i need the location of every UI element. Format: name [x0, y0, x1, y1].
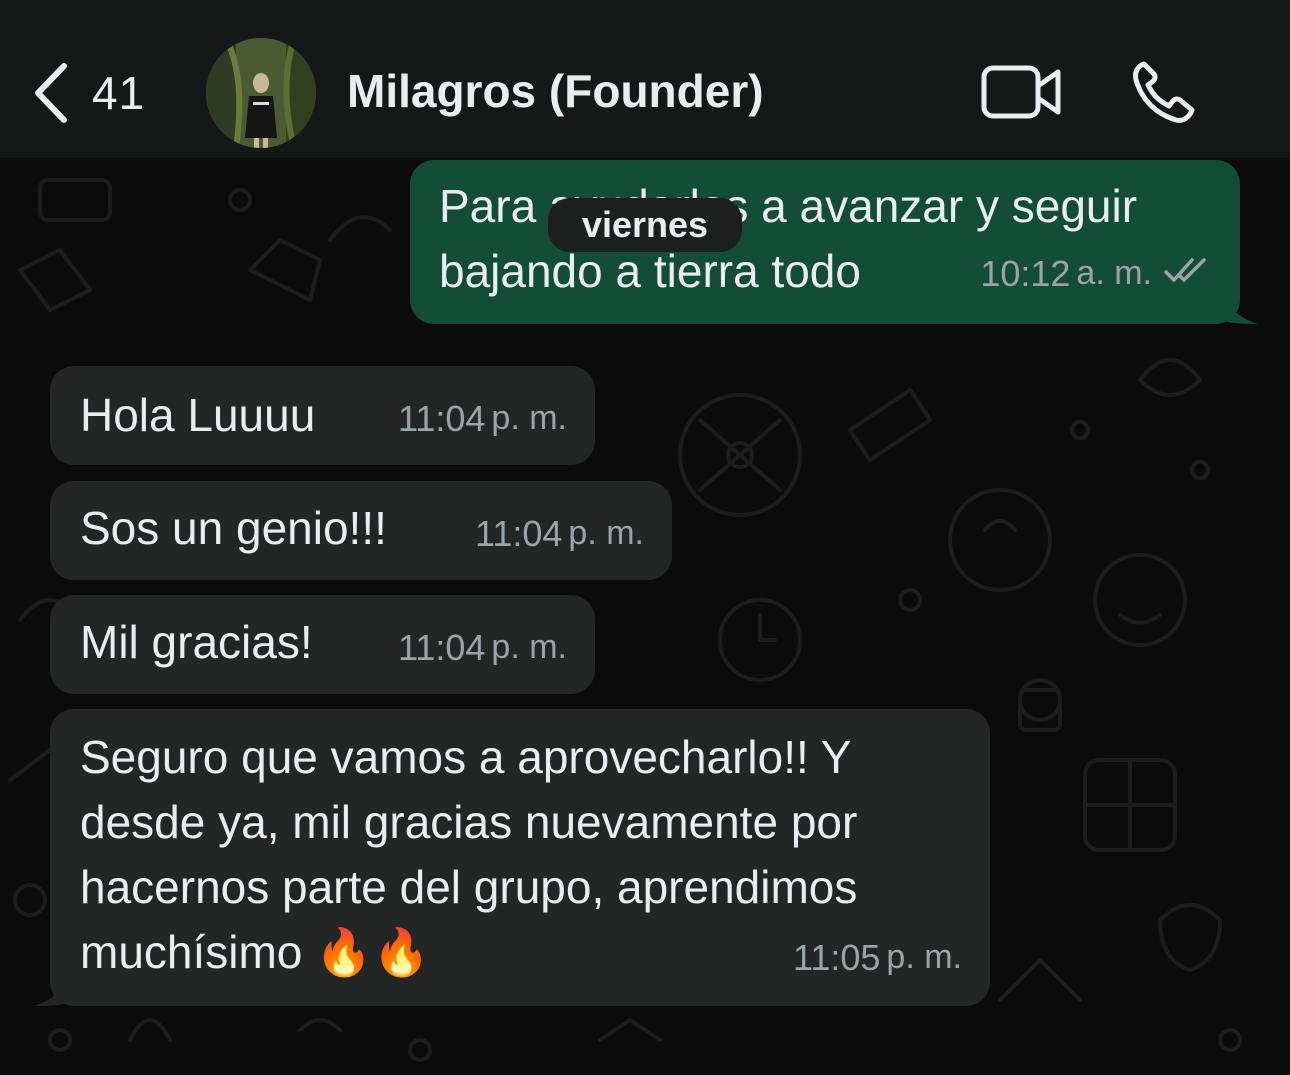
video-camera-icon — [981, 65, 1061, 119]
chat-screen: 41 Milagros (Founder) Para a avanzar y s… — [0, 0, 1290, 1075]
avatar[interactable] — [206, 38, 316, 148]
avatar-photo — [206, 38, 316, 148]
message-incoming[interactable]: Sos un genio!!! 11:04 p. m. — [50, 481, 672, 580]
unread-count: 41 — [92, 67, 146, 119]
double-check-icon — [1164, 241, 1210, 306]
message-time: 11:04 — [398, 627, 486, 668]
message-ampm: a. m. — [1076, 254, 1152, 292]
message-time: 11:04 — [398, 398, 486, 439]
message-ampm: p. m. — [491, 399, 567, 437]
date-separator: viernes — [548, 198, 742, 252]
message-ampm: p. m. — [491, 628, 567, 666]
message-incoming[interactable]: Mil gracias! 11:04 p. m. — [50, 595, 595, 694]
message-incoming[interactable]: Seguro que vamos a aprovecharlo!! Y desd… — [50, 709, 990, 1006]
message-outgoing[interactable]: Para ayudarlos a avanzar y seguir bajand… — [410, 160, 1240, 324]
message-time: 11:04 — [475, 513, 563, 554]
message-ampm: p. m. — [568, 514, 644, 552]
outgoing-bubble-tail — [1222, 294, 1258, 324]
back-button[interactable]: 41 — [30, 58, 170, 128]
video-call-button[interactable] — [980, 62, 1064, 122]
message-time: 10:12 — [980, 253, 1071, 294]
message-meta: 11:04 p. m. — [398, 615, 567, 680]
message-meta: 10:12 a. m. — [980, 241, 1210, 306]
message-incoming[interactable]: Hola Luuuu 11:04 p. m. — [50, 366, 595, 465]
contact-name[interactable]: Milagros (Founder) — [347, 64, 764, 118]
incoming-bubble-tail — [34, 976, 70, 1006]
voice-call-button[interactable] — [1130, 58, 1196, 124]
chat-header: 41 Milagros (Founder) — [0, 0, 1290, 158]
message-time: 11:05 — [793, 937, 881, 978]
message-meta: 11:05 p. m. — [793, 925, 962, 990]
phone-icon — [1133, 61, 1195, 123]
message-ampm: p. m. — [886, 938, 962, 976]
chevron-left-icon — [35, 63, 67, 123]
message-meta: 11:04 p. m. — [398, 386, 567, 451]
message-meta: 11:04 p. m. — [475, 501, 644, 566]
